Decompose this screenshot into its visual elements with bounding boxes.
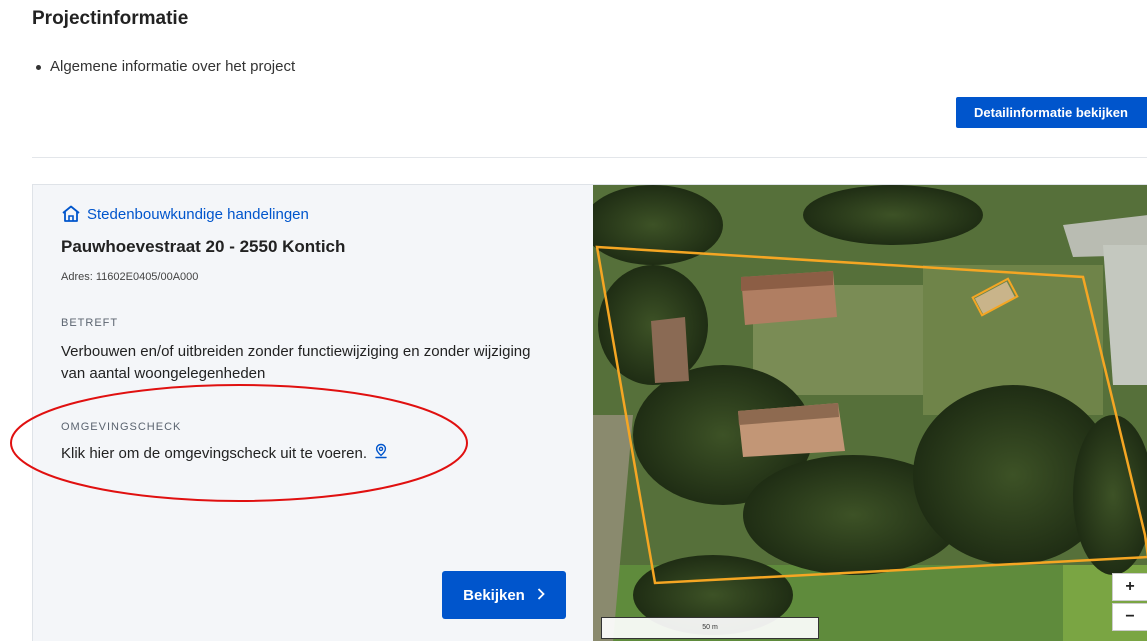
- betreft-label: BETREFT: [61, 317, 119, 329]
- red-annotation-ellipse: [10, 384, 468, 502]
- aerial-photo: [593, 185, 1147, 641]
- map-scalebar: 50 m: [601, 617, 819, 639]
- home-icon: [61, 205, 81, 223]
- info-bullet-list: Algemene informatie over het project: [36, 58, 295, 75]
- procedure-link[interactable]: Stedenbouwkundige handelingen: [61, 205, 309, 223]
- divider: [32, 157, 1147, 158]
- project-card: Stedenbouwkundige handelingen Pauwhoeves…: [10, 184, 1147, 641]
- view-button[interactable]: Bekijken: [442, 571, 566, 619]
- zoom-out-button[interactable]: −: [1112, 603, 1147, 631]
- page-title: Projectinformatie: [32, 8, 189, 29]
- project-details: Stedenbouwkundige handelingen Pauwhoeves…: [10, 185, 593, 641]
- view-button-label: Bekijken: [463, 586, 525, 604]
- chevron-right-icon: [537, 587, 545, 604]
- zoom-in-button[interactable]: +: [1112, 573, 1147, 601]
- project-address: Pauwhoevestraat 20 - 2550 Kontich: [61, 237, 346, 256]
- detail-info-button[interactable]: Detailinformatie bekijken: [956, 97, 1147, 128]
- list-item: Algemene informatie over het project: [36, 58, 295, 75]
- betreft-text: Verbouwen en/of uitbreiden zonder functi…: [61, 343, 531, 382]
- procedure-link-label: Stedenbouwkundige handelingen: [87, 205, 309, 223]
- aerial-map[interactable]: + − 50 m: [593, 185, 1147, 641]
- address-code: Adres: 11602E0405/00A000: [61, 271, 199, 283]
